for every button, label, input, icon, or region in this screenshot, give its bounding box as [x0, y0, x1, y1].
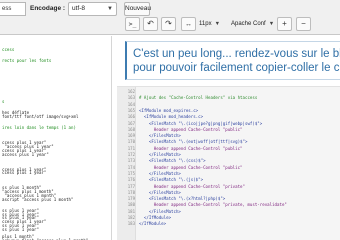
plus-icon: +: [282, 19, 287, 28]
editor-line: access plus 1 year": [2, 151, 49, 157]
line-number: 182: [127, 215, 135, 220]
code-line: # Ajout des "Cache-Control Headers" via …: [139, 95, 258, 101]
line-number: 166: [127, 114, 135, 120]
line-number: 173: [127, 158, 135, 164]
code-line: Header append Cache-Control "private": [139, 183, 245, 189]
line-number: 169: [127, 133, 135, 139]
code-snippet-panel[interactable]: 162 163 # Ajout des "Cache-Control Headers…: [117, 86, 340, 240]
code-line: Header append Cache-Control "public": [139, 145, 243, 151]
undo-icon: ↶: [147, 19, 154, 28]
line-number: 164: [127, 101, 135, 107]
font-size-select[interactable]: 11px ▼: [199, 18, 220, 30]
code-line: Header append Cache-Control "private, mu…: [139, 202, 287, 208]
arrows-horizontal-icon: ↔: [185, 21, 192, 28]
line-number: 171: [127, 145, 135, 151]
editor-line: s: [2, 99, 5, 104]
code-line: </FilesMatch>: [139, 133, 181, 139]
minus-icon: −: [301, 19, 306, 28]
editor-line: ss plus 1 year": [2, 226, 39, 232]
code-line: <FilesMatch "\.(js)$">: [139, 177, 204, 183]
new-button[interactable]: Nouveau: [124, 2, 151, 16]
line-number: 165: [127, 107, 135, 113]
encoding-label: Encodage :: [30, 5, 66, 12]
code-line: <FilesMatch "\.(css)$">: [139, 158, 206, 164]
line-number: 167: [127, 120, 135, 126]
remove-button[interactable]: −: [296, 17, 311, 31]
code-line: </IfModule>: [139, 215, 172, 220]
code-line: <FilesMatch "\.(x?html?|php)$">: [139, 196, 226, 202]
editor-toolbar: ess Encodage : utf-8 ▼ Nouveau >_ ↶ ↷ ↔ …: [0, 0, 340, 35]
font-size-value: 11px: [199, 21, 212, 27]
editor-line: rects pour les fonts: [2, 57, 52, 63]
line-number: 181: [127, 208, 135, 214]
language-value: Apache Conf: [231, 21, 266, 27]
line-number: 175: [127, 170, 135, 176]
line-number: 168: [127, 126, 135, 132]
banner-line-2: pour pouvoir facilement copier-coller le…: [133, 62, 340, 74]
fit-width-button[interactable]: ↔: [181, 17, 196, 31]
editor-line: ccess: [2, 46, 15, 52]
code-line: </FilesMatch>: [139, 208, 181, 214]
line-number: 176: [127, 177, 135, 183]
editor-line: ires loin dans le temps (1 an): [2, 125, 76, 131]
banner-line-1: C'est un peu long... rendez-vous sur le …: [133, 48, 340, 60]
blog-notice-banner: C'est un peu long... rendez-vous sur le …: [125, 41, 340, 80]
terminal-button[interactable]: >_: [125, 17, 140, 31]
code-line: </FilesMatch>: [139, 189, 181, 195]
code-line: <FilesMatch "\.(ico|jpe?g|png|gif|webp|s…: [139, 120, 263, 126]
code-line: <IfModule mod_expires.c>: [139, 107, 199, 113]
url-input[interactable]: ess: [0, 2, 26, 16]
code-line: <IfModule mod_headers.c>: [139, 114, 204, 120]
language-select[interactable]: Apache Conf ▼: [231, 18, 274, 30]
redo-button[interactable]: ↷: [161, 17, 176, 31]
redo-icon: ↷: [165, 19, 172, 28]
code-line: </FilesMatch>: [139, 152, 181, 157]
editor-line: font/ttf font/otf image/svg+xml: [2, 114, 79, 119]
undo-button[interactable]: ↶: [143, 17, 158, 31]
line-number: 178: [127, 189, 135, 195]
code-line: <FilesMatch "\.(eot|woff|otf|ttf|svg)$">: [139, 139, 248, 145]
chevron-down-icon: ▼: [268, 21, 275, 27]
editor-line: ccess plus 1 year": [2, 170, 47, 176]
line-number: 180: [127, 202, 135, 208]
add-button[interactable]: +: [277, 17, 292, 31]
encoding-value: utf-8: [72, 5, 86, 12]
editor-line: ascript "access plus 1 month": [2, 196, 74, 202]
line-number: 179: [127, 196, 135, 202]
line-number: 162: [127, 89, 135, 94]
line-number: 170: [127, 139, 135, 145]
encoding-select[interactable]: utf-8 ▼: [68, 2, 117, 16]
chevron-down-icon: ▼: [107, 6, 113, 12]
line-number: 163: [127, 95, 135, 101]
code-line: </FilesMatch>: [139, 170, 181, 176]
chevron-down-icon: ▼: [214, 21, 221, 27]
code-line: Header append Cache-Control "public": [139, 126, 243, 132]
left-code-editor[interactable]: ccess rects pour les fonts s hes déflate fon…: [0, 36, 112, 240]
line-number: 174: [127, 164, 135, 170]
line-number: 172: [127, 152, 135, 157]
line-number: 177: [127, 183, 135, 189]
terminal-icon: >_: [128, 20, 137, 28]
code-line: </IfModule>: [139, 221, 167, 227]
code-line: Header append Cache-Control "public": [139, 164, 243, 170]
line-number: 183: [127, 221, 135, 227]
